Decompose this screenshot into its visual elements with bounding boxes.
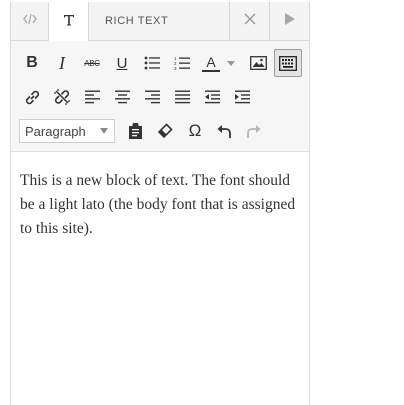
keyboard-icon xyxy=(279,55,297,71)
rich-text-editor-panel: RICH TEXT B I ABC U 1 2 3 A Paragraph Ω … xyxy=(10,2,310,405)
bullet-list-icon xyxy=(144,56,160,70)
redo-button[interactable] xyxy=(240,117,268,145)
text-color-letter: A xyxy=(206,53,216,70)
text-color-swatch xyxy=(202,69,220,72)
redo-icon xyxy=(246,123,262,139)
svg-text:3: 3 xyxy=(174,66,177,71)
outdent-button[interactable] xyxy=(198,83,226,111)
strikethrough-icon: ABC xyxy=(84,58,100,68)
align-left-icon xyxy=(84,90,100,104)
remove-link-button[interactable] xyxy=(48,83,76,111)
link-icon xyxy=(24,89,41,106)
bullet-list-button[interactable] xyxy=(138,49,166,77)
text-color-button[interactable]: A xyxy=(197,49,237,77)
justify-icon xyxy=(174,90,190,104)
align-left-button[interactable] xyxy=(78,83,106,111)
eraser-icon xyxy=(157,123,173,139)
insert-link-button[interactable] xyxy=(18,83,46,111)
undo-button[interactable] xyxy=(210,117,238,145)
code-icon xyxy=(22,12,37,30)
omega-icon: Ω xyxy=(188,121,202,140)
bold-icon: B xyxy=(26,54,38,71)
tab-text[interactable] xyxy=(49,2,89,41)
underline-button[interactable]: U xyxy=(108,49,136,77)
undo-icon xyxy=(216,123,232,139)
insert-image-button[interactable] xyxy=(244,49,272,77)
text-format-icon xyxy=(63,13,75,31)
toolbar-toggle-button[interactable] xyxy=(274,49,302,77)
strikethrough-button[interactable]: ABC xyxy=(78,49,106,77)
clipboard-icon xyxy=(128,123,143,139)
editor-content-area[interactable]: This is a new block of text. The font sh… xyxy=(11,152,309,405)
indent-icon xyxy=(234,90,250,104)
unlink-icon xyxy=(53,88,71,106)
justify-button[interactable] xyxy=(168,83,196,111)
align-center-button[interactable] xyxy=(108,83,136,111)
paste-as-text-button[interactable] xyxy=(121,117,149,145)
text-color-icon: A xyxy=(202,55,220,72)
text-paragraph[interactable]: This is a new block of text. The font sh… xyxy=(11,152,309,241)
play-button[interactable] xyxy=(269,2,309,40)
underline-icon: U xyxy=(116,54,128,72)
numbered-list-icon: 123 xyxy=(174,56,190,71)
italic-button[interactable]: I xyxy=(48,49,76,77)
italic-icon: I xyxy=(59,52,65,73)
formatting-toolbar: B I ABC U 123 A Paragraph Ω xyxy=(11,41,309,152)
chevron-down-icon xyxy=(227,61,235,66)
align-center-icon xyxy=(114,90,130,104)
chevron-down-icon xyxy=(100,128,108,134)
tab-code[interactable] xyxy=(11,2,49,40)
format-select[interactable]: Paragraph xyxy=(19,119,115,143)
numbered-list-button[interactable]: 123 xyxy=(168,49,196,77)
bold-button[interactable]: B xyxy=(18,49,46,77)
outdent-icon xyxy=(204,90,220,104)
format-select-value: Paragraph xyxy=(25,123,86,139)
editor-tab-bar: RICH TEXT xyxy=(11,2,309,41)
align-right-button[interactable] xyxy=(138,83,166,111)
special-character-button[interactable]: Ω xyxy=(181,117,209,145)
image-icon xyxy=(249,56,267,70)
close-icon xyxy=(244,12,256,30)
editor-title: RICH TEXT xyxy=(105,15,169,27)
play-icon xyxy=(284,12,296,31)
indent-button[interactable] xyxy=(228,83,256,111)
close-button[interactable] xyxy=(229,2,269,40)
align-right-icon xyxy=(144,90,160,104)
clear-formatting-button[interactable] xyxy=(151,117,179,145)
